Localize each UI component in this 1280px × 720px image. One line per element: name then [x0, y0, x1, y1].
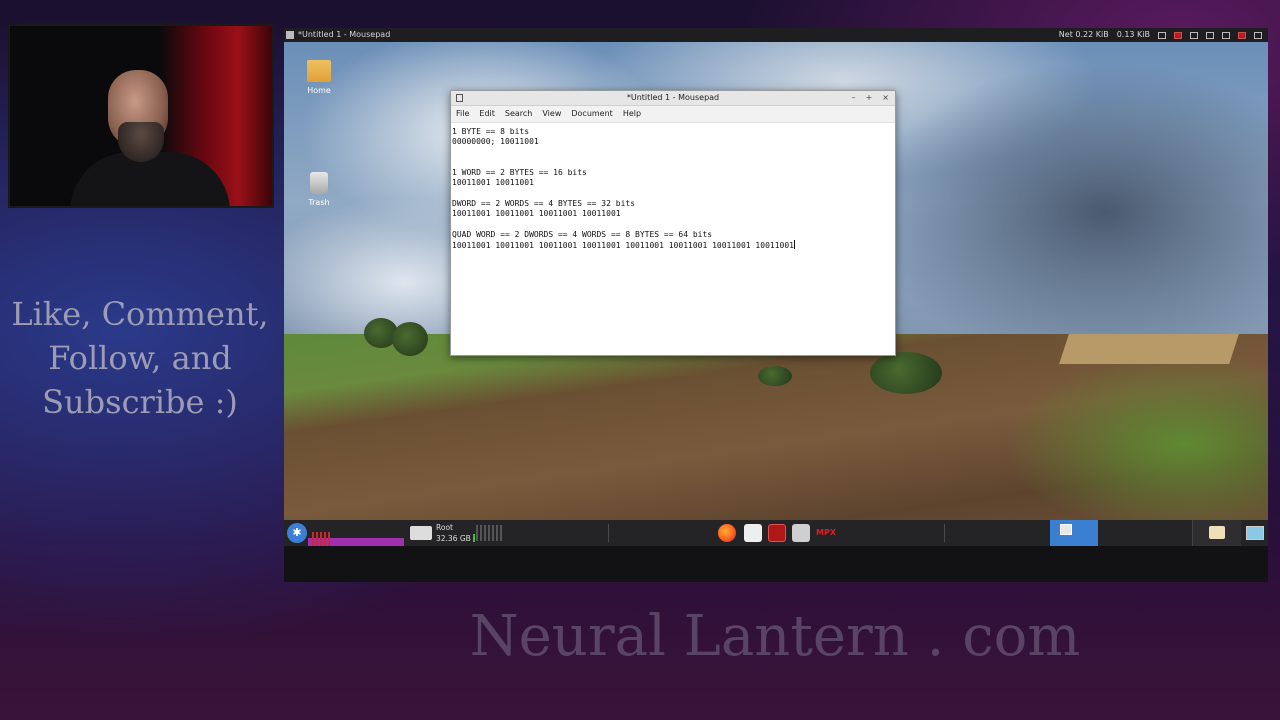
- webcam-feed: [8, 24, 274, 208]
- net-monitor-label: Net 0.22 KiB: [1058, 30, 1109, 39]
- close-button[interactable]: ×: [882, 91, 889, 105]
- net-monitor-rate: 0.13 KiB: [1116, 30, 1150, 39]
- editor-line: 00000000; 10011001: [452, 137, 539, 147]
- tray-power-icon[interactable]: [1238, 31, 1246, 39]
- window-title: *Untitled 1 - Mousepad: [626, 93, 720, 102]
- editor-line: QUAD WORD == 2 DWORDS == 4 WORDS == 8 BY…: [452, 229, 713, 239]
- panel-separator: [608, 524, 609, 542]
- menu-bar: File Edit Search View Document Help: [451, 106, 895, 123]
- home-folder-launcher-icon[interactable]: [792, 524, 810, 542]
- show-desktop-icon[interactable]: [1246, 526, 1264, 540]
- editor-line: ​: [452, 220, 894, 230]
- desktop: *Untitled 1 - Mousepad Net 0.22 KiB 0.13…: [284, 28, 1268, 546]
- editor-line-current: 10011001 10011001 10011001 10011001 1001…: [452, 240, 894, 251]
- wallpaper-field-stripe: [1059, 334, 1239, 364]
- cta-line-3: Subscribe :): [42, 383, 238, 421]
- terminal-launcher-icon[interactable]: [768, 524, 786, 542]
- cta-line-1: Like, Comment,: [11, 295, 269, 333]
- editor-line: ​: [452, 158, 894, 168]
- firefox-icon[interactable]: [718, 524, 736, 542]
- tray-menu-icon[interactable]: [1254, 31, 1262, 39]
- cpu-graph: [308, 520, 404, 546]
- minimize-button[interactable]: –: [852, 91, 856, 105]
- tray-terminal-icon[interactable]: [1174, 31, 1182, 39]
- window-titlebar[interactable]: *Untitled 1 - Mousepad – + ×: [451, 91, 895, 106]
- panel-separator: [944, 524, 945, 542]
- mpx-launcher-icon[interactable]: MPX: [816, 520, 840, 546]
- brand-watermark: Neural Lantern . com: [469, 604, 1081, 669]
- desktop-icon-home[interactable]: Home: [292, 60, 346, 95]
- text-caret: [793, 240, 795, 250]
- disk-label: Root: [436, 523, 453, 532]
- tray-battery-icon[interactable]: [1206, 31, 1214, 39]
- desktop-lower-border: [284, 546, 1268, 582]
- top-panel-tray: Net 0.22 KiB 0.13 KiB: [1059, 28, 1262, 42]
- editor-line: ​: [452, 189, 894, 199]
- active-window-title[interactable]: *Untitled 1 - Mousepad: [298, 28, 390, 42]
- disk-usage: Root 32.36 GB: [436, 520, 475, 546]
- maximize-button[interactable]: +: [866, 91, 873, 105]
- menu-view[interactable]: View: [542, 106, 561, 122]
- wallpaper-bush: [870, 352, 942, 394]
- taskbar-mousepad-button[interactable]: [1050, 520, 1098, 546]
- mousepad-window: *Untitled 1 - Mousepad – + × File Edit S…: [450, 90, 896, 356]
- desktop-icon-label: Home: [307, 86, 331, 95]
- file-manager-button[interactable]: [1192, 520, 1241, 546]
- mousepad-app-icon: [456, 94, 463, 102]
- editor-line-text: 10011001 10011001 10011001 10011001 1001…: [452, 241, 794, 251]
- editor-line: DWORD == 2 WORDS == 4 BYTES == 32 bits: [452, 199, 636, 209]
- mousepad-task-icon: [1060, 524, 1072, 535]
- xfce-menu-icon[interactable]: ✱: [287, 523, 307, 543]
- cta-line-2: Follow, and: [48, 339, 232, 377]
- trash-icon: [310, 172, 328, 194]
- disk-usage-bar: [472, 534, 475, 542]
- editor-line: ​: [452, 148, 894, 158]
- menu-help[interactable]: Help: [623, 106, 641, 122]
- editor-line: 1 BYTE == 8 bits: [452, 127, 530, 136]
- wallpaper-bush: [758, 366, 792, 386]
- disk-free: 32.36 GB: [436, 534, 471, 543]
- wallpaper-tree: [392, 322, 428, 356]
- folder-icon: [307, 60, 331, 82]
- menu-edit[interactable]: Edit: [479, 106, 495, 122]
- window-menu-icon[interactable]: [286, 31, 294, 39]
- menu-file[interactable]: File: [456, 106, 469, 122]
- tray-network-icon[interactable]: [1222, 31, 1230, 39]
- tray-clipboard-icon[interactable]: [1190, 31, 1198, 39]
- load-graph: [476, 525, 504, 541]
- editor-line: 10011001 10011001 10011001 10011001: [452, 209, 621, 219]
- menu-search[interactable]: Search: [505, 106, 532, 122]
- text-editor-launcher-icon[interactable]: [744, 524, 762, 542]
- desktop-icon-label: Trash: [308, 198, 330, 207]
- tray-window-icon[interactable]: [1158, 31, 1166, 39]
- editor-line: 10011001 10011001: [452, 178, 534, 188]
- text-editor[interactable]: 1 BYTE == 8 bits00000000; 10011001​​1 WO…: [451, 123, 895, 256]
- drive-icon[interactable]: [410, 526, 432, 540]
- call-to-action: Like, Comment, Follow, and Subscribe :): [0, 292, 280, 424]
- desktop-icon-trash[interactable]: Trash: [292, 172, 346, 207]
- menu-document[interactable]: Document: [571, 106, 612, 122]
- window-controls: – + ×: [852, 91, 889, 105]
- editor-line: 1 WORD == 2 BYTES == 16 bits: [452, 168, 587, 178]
- folder-icon: [1209, 526, 1225, 539]
- top-panel: *Untitled 1 - Mousepad Net 0.22 KiB 0.13…: [284, 28, 1268, 42]
- bottom-panel: ✱ Root 32.36 GB MPX: [284, 520, 1268, 546]
- cpu-spike: [312, 532, 332, 546]
